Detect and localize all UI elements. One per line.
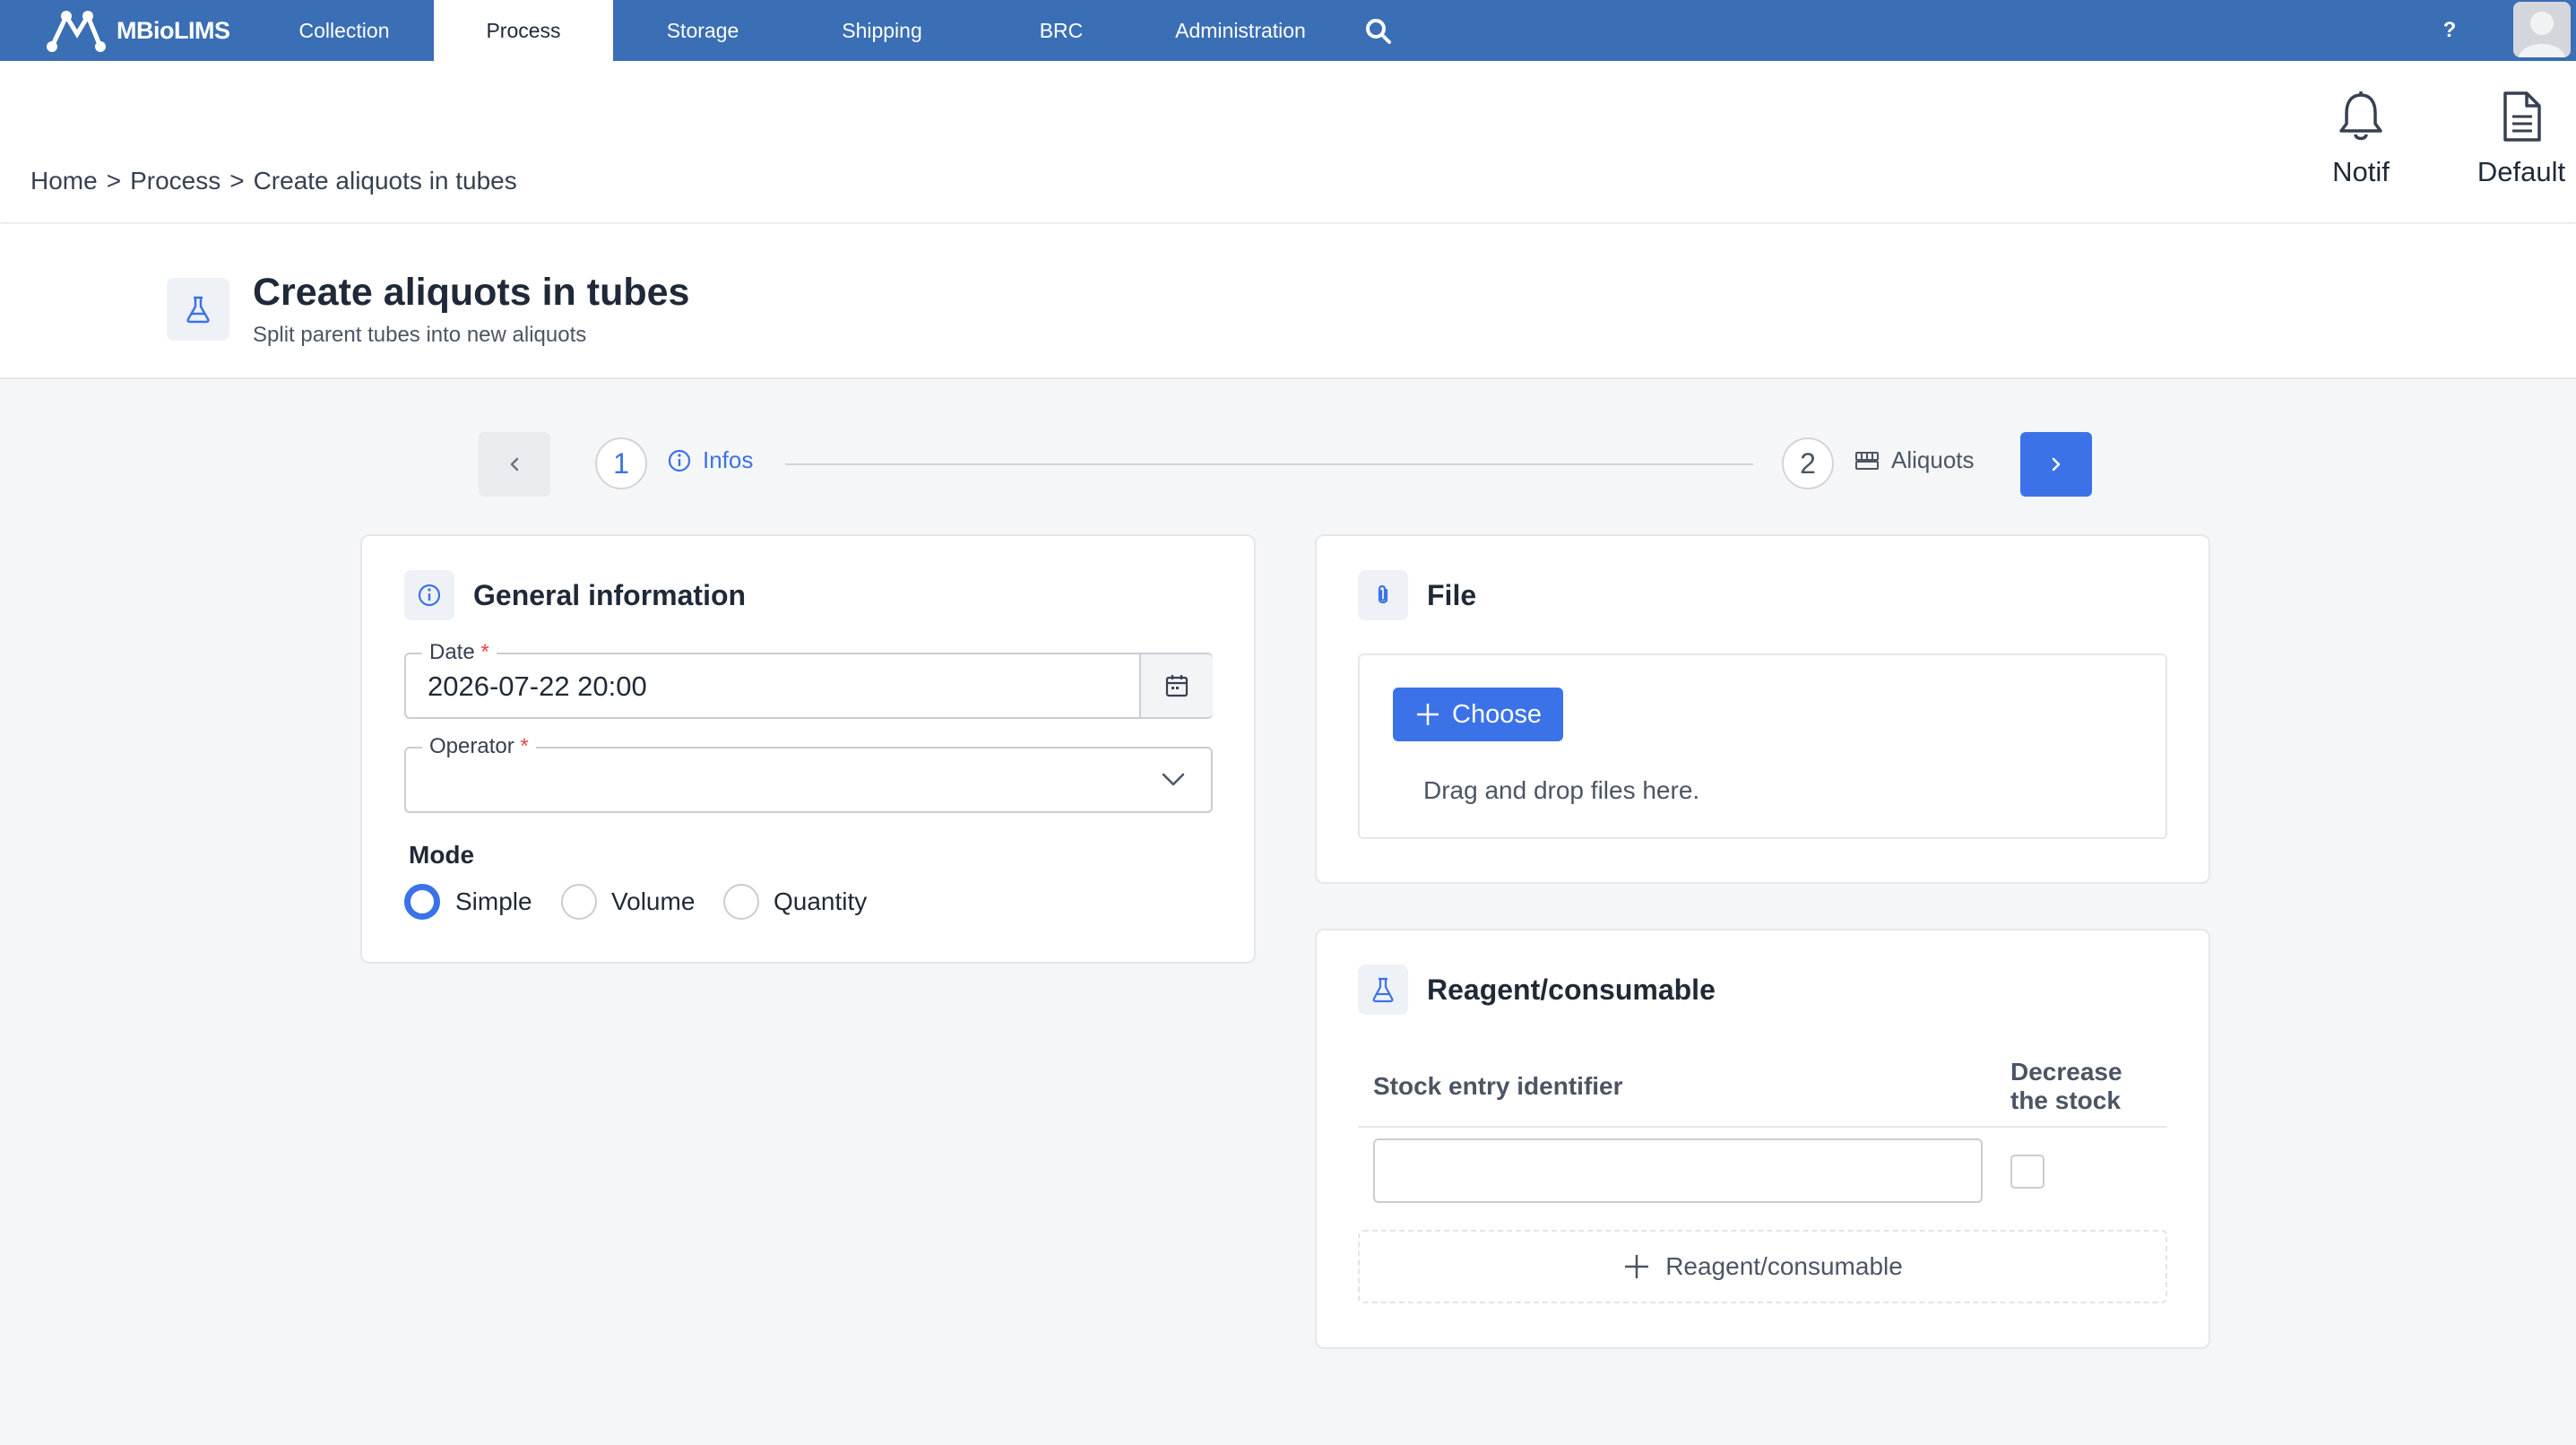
step-infos-label: Infos <box>703 446 754 473</box>
nav-shipping[interactable]: Shipping <box>792 0 972 61</box>
mode-quantity-label[interactable]: Quantity <box>774 887 867 916</box>
default-label: Default <box>2477 156 2566 187</box>
breadcrumb-current: Create aliquots in tubes <box>253 167 517 195</box>
page-title: Create aliquots in tubes <box>253 271 690 314</box>
required-marker: * <box>480 640 489 664</box>
tubes-icon <box>1855 451 1879 470</box>
column-header-identifier: Stock entry identifier <box>1373 1072 1623 1100</box>
decrease-stock-checkbox[interactable] <box>2010 1155 2044 1189</box>
column-header-decrease-line1: Decrease <box>2010 1058 2122 1086</box>
add-reagent-label: Reagent/consumable <box>1665 1252 1903 1280</box>
mode-label: Mode <box>409 841 475 869</box>
date-value[interactable]: 2026-07-22 20:00 <box>428 671 647 703</box>
help-button[interactable]: ? <box>2434 13 2465 48</box>
chevron-right-icon <box>2052 457 2061 472</box>
bell-icon <box>2339 91 2382 141</box>
file-dropzone[interactable] <box>1358 653 2167 839</box>
drop-hint: Drag and drop files here. <box>1423 776 1700 804</box>
nav-storage[interactable]: Storage <box>613 0 792 61</box>
mode-quantity-radio[interactable] <box>723 884 759 920</box>
operator-label: Operator * <box>422 734 536 759</box>
notif-label: Notif <box>2332 156 2390 187</box>
step-2-number[interactable]: 2 <box>1782 437 1834 489</box>
calendar-button[interactable] <box>1139 654 1213 717</box>
file-title: File <box>1427 579 1477 611</box>
nav-collection[interactable]: Collection <box>255 0 434 61</box>
step-aliquots-label: Aliquots <box>1891 446 1975 473</box>
breadcrumb-separator: > <box>106 167 122 195</box>
column-header-decrease-line2: the stock <box>2010 1086 2121 1114</box>
document-icon <box>2503 91 2541 142</box>
info-icon <box>668 449 691 472</box>
general-information-title: General information <box>473 579 747 611</box>
page-subtitle: Split parent tubes into new aliquots <box>253 323 587 347</box>
nav-brc[interactable]: BRC <box>972 0 1151 61</box>
nav-administration[interactable]: Administration <box>1151 0 1330 61</box>
app-logo[interactable]: MBioLIMS <box>45 5 230 56</box>
nav-process[interactable]: Process <box>434 0 613 61</box>
plus-icon <box>1417 704 1439 725</box>
search-icon[interactable] <box>1362 15 1395 48</box>
step-1-number[interactable]: 1 <box>595 437 647 489</box>
default-button[interactable]: Default <box>2454 90 2576 188</box>
chevron-left-icon <box>510 457 519 472</box>
flask-icon <box>167 278 229 341</box>
paperclip-icon <box>1358 570 1408 620</box>
breadcrumb-home[interactable]: Home <box>30 167 98 195</box>
info-icon <box>404 570 454 620</box>
logo-icon <box>47 11 106 52</box>
mode-volume-radio[interactable] <box>561 884 597 920</box>
choose-file-button[interactable]: Choose <box>1393 688 1563 741</box>
top-navbar: MBioLIMS Collection Process Storage Ship… <box>0 0 2576 61</box>
logo-text: MBioLIMS <box>117 16 230 44</box>
date-label-text: Date <box>429 640 475 664</box>
add-reagent-button[interactable]: Reagent/consumable <box>1358 1230 2167 1303</box>
date-label: Date * <box>422 640 497 665</box>
breadcrumb-separator: > <box>229 167 245 195</box>
stock-entry-input[interactable] <box>1373 1138 1983 1203</box>
required-marker: * <box>520 734 529 758</box>
next-step-button[interactable] <box>2020 432 2092 497</box>
plus-icon <box>1625 1255 1649 1278</box>
table-divider <box>1358 1126 2167 1128</box>
operator-label-text: Operator <box>429 734 514 758</box>
mode-volume-label[interactable]: Volume <box>611 887 695 916</box>
reagent-title: Reagent/consumable <box>1427 973 1716 1006</box>
previous-step-button[interactable] <box>479 432 550 497</box>
flask-icon <box>1358 965 1408 1015</box>
step-aliquots[interactable]: Aliquots <box>1854 446 1975 474</box>
avatar-icon <box>2513 2 2571 57</box>
user-avatar[interactable] <box>2513 2 2571 57</box>
breadcrumb: Home > Process > Create aliquots in tube… <box>30 167 517 195</box>
breadcrumb-process[interactable]: Process <box>130 167 220 195</box>
choose-file-label: Choose <box>1452 699 1542 729</box>
stepper-connector <box>785 463 1753 465</box>
calendar-icon <box>1165 675 1189 697</box>
notif-button[interactable]: Notif <box>2294 90 2428 188</box>
mode-simple-radio[interactable] <box>404 884 440 920</box>
mode-simple-label[interactable]: Simple <box>455 887 532 916</box>
step-infos[interactable]: Infos <box>667 446 753 474</box>
chevron-down-icon[interactable] <box>1160 767 1187 791</box>
header-band <box>0 61 2576 222</box>
